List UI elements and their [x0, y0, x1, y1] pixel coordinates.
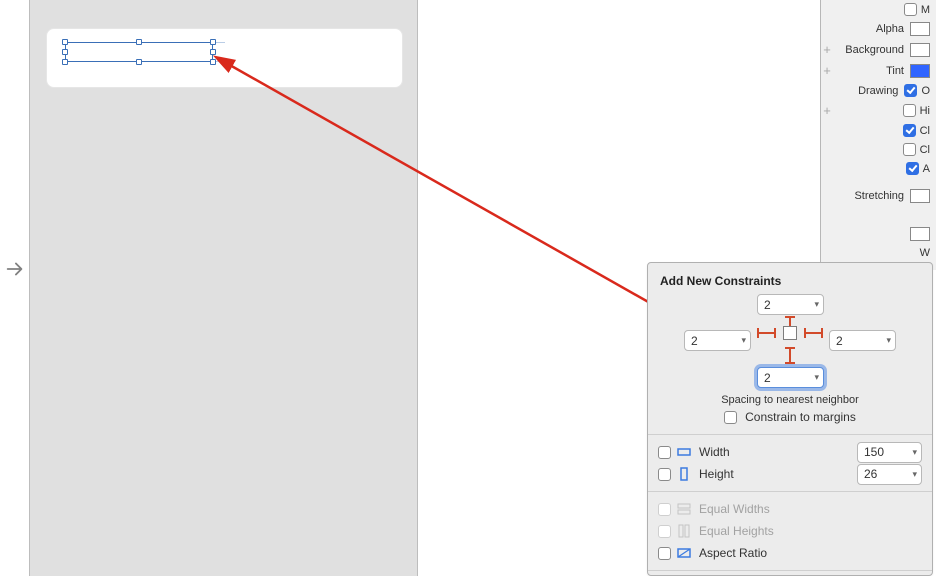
equal-widths-label: Equal Widths: [695, 502, 770, 516]
resize-handle-nw[interactable]: [62, 39, 68, 45]
label-tint: Tint: [833, 65, 910, 77]
divider: [648, 491, 932, 492]
spacing-bottom-field[interactable]: 2▾: [757, 367, 824, 388]
stretching-x-field[interactable]: [910, 189, 930, 203]
spacing-strut-left[interactable]: [758, 332, 775, 334]
height-checkbox[interactable]: [658, 468, 671, 481]
xcode-window: M Alpha +Background +Tint DrawingO +Hi C…: [0, 0, 936, 576]
width-icon: [677, 445, 691, 459]
aspect-ratio-checkbox[interactable]: [658, 547, 671, 560]
equal-widths-icon: [677, 502, 691, 516]
width-label: Width: [695, 445, 730, 459]
popover-title: Add New Constraints: [648, 263, 932, 288]
chevron-down-icon: ▾: [741, 335, 746, 346]
label-m: M: [921, 4, 930, 16]
drawing-au-label: A: [923, 163, 930, 175]
chevron-down-icon: ▾: [886, 335, 891, 346]
spacing-left-field[interactable]: 2▾: [684, 330, 751, 351]
drawing-clears-checkbox[interactable]: [903, 124, 916, 137]
resize-handle-n[interactable]: [136, 39, 142, 45]
aspect-ratio-label: Aspect Ratio: [695, 546, 767, 560]
divider: [648, 434, 932, 435]
drawing-cl-label: Cl: [920, 125, 930, 137]
resize-handle-s[interactable]: [136, 59, 142, 65]
aspect-ratio-icon: [677, 546, 691, 560]
equal-heights-label: Equal Heights: [695, 524, 774, 538]
height-value-field[interactable]: 26▾: [857, 464, 922, 485]
resize-handle-w[interactable]: [62, 49, 68, 55]
label-background: Background: [833, 44, 910, 56]
left-gutter: [0, 0, 29, 576]
chevron-down-icon: ▾: [814, 372, 819, 383]
checkbox-m[interactable]: [904, 3, 917, 16]
resize-handle-sw[interactable]: [62, 59, 68, 65]
resize-handle-ne[interactable]: [210, 39, 216, 45]
spacing-strut-bottom[interactable]: [789, 348, 791, 363]
add-tint-icon[interactable]: +: [821, 63, 833, 78]
label-stretching: Stretching: [821, 190, 910, 202]
drawing-hi-label: Hi: [920, 105, 930, 117]
chevron-down-icon: ▾: [912, 469, 917, 480]
height-label: Height: [695, 467, 734, 481]
spacing-caption: Spacing to nearest neighbor: [648, 394, 932, 406]
width-value-field[interactable]: 150▾: [857, 442, 922, 463]
chevron-down-icon: ▾: [814, 299, 819, 310]
height-icon: [677, 467, 691, 481]
tint-swatch[interactable]: [910, 64, 930, 78]
spacing-strut-right[interactable]: [805, 332, 822, 334]
spacing-widget: 2▾ 2▾ 2▾ 2▾: [648, 288, 932, 378]
add-background-icon[interactable]: +: [821, 42, 833, 57]
label-alpha: Alpha: [821, 23, 910, 35]
spacing-right-field[interactable]: 2▾: [829, 330, 896, 351]
alpha-field[interactable]: [910, 22, 930, 36]
resize-handle-e[interactable]: [210, 49, 216, 55]
drawing-cl2-label: Cl: [920, 144, 930, 156]
width-checkbox[interactable]: [658, 446, 671, 459]
equal-heights-icon: [677, 524, 691, 538]
attributes-inspector: M Alpha +Background +Tint DrawingO +Hi C…: [820, 0, 936, 270]
drawing-opaque-checkbox[interactable]: [904, 84, 917, 97]
spacing-top-field[interactable]: 2▾: [757, 294, 824, 315]
spacing-center-icon: [783, 326, 797, 340]
resize-handle-se[interactable]: [210, 59, 216, 65]
stretching-w-field[interactable]: [910, 227, 930, 241]
forward-arrow-icon[interactable]: [4, 258, 26, 283]
add-drawing-icon[interactable]: +: [821, 103, 833, 118]
drawing-autoresize-checkbox[interactable]: [906, 162, 919, 175]
chevron-down-icon: ▾: [912, 447, 917, 458]
equal-widths-checkbox: [658, 503, 671, 516]
drawing-op-label: O: [921, 85, 930, 97]
drawing-clip-checkbox[interactable]: [903, 143, 916, 156]
drawing-hidden-checkbox[interactable]: [903, 104, 916, 117]
background-swatch[interactable]: [910, 43, 930, 57]
equal-heights-checkbox: [658, 525, 671, 538]
constrain-margins-checkbox[interactable]: [724, 411, 737, 424]
label-drawing: Drawing: [821, 85, 904, 97]
add-constraints-popover: Add New Constraints 2▾ 2▾ 2▾ 2▾ Spacing …: [647, 262, 933, 576]
divider: [648, 570, 932, 571]
constrain-margins-label: Constrain to margins: [741, 410, 856, 424]
label-w: W: [920, 247, 930, 259]
